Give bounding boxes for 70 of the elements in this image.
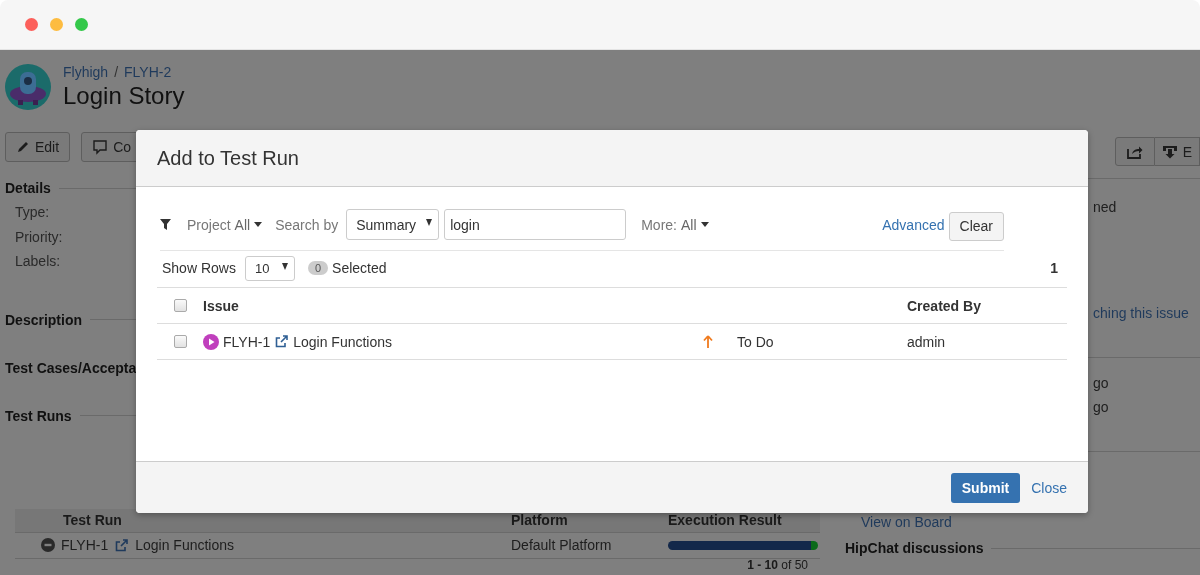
download-tray-icon (1161, 144, 1178, 159)
caret-icon (281, 262, 288, 270)
rows-per-page-select[interactable]: 10 (244, 255, 295, 281)
section-heading: Details (5, 180, 51, 196)
text-fragment: go (1093, 375, 1109, 391)
clear-button[interactable]: Clear (948, 211, 1004, 241)
column-header: Platform (511, 512, 569, 528)
count-badge: 0 (307, 261, 329, 275)
text-fragment: ned (1093, 199, 1117, 215)
issue-summary-link[interactable]: Login Functions (135, 537, 235, 553)
breadcrumb-link[interactable]: Flyhigh (63, 64, 109, 80)
play-circle-icon (203, 333, 219, 350)
field-label: Priority: (15, 228, 63, 247)
column-header: Issue (203, 297, 240, 314)
project-avatar-icon (5, 64, 51, 110)
filter-label: Project (187, 216, 231, 233)
table-cell-text: admin (907, 333, 947, 350)
column-header: Test Run (63, 512, 123, 528)
up-arrow-icon (703, 335, 713, 348)
window-control[interactable] (75, 18, 88, 31)
project-dropdown[interactable]: All (234, 216, 263, 233)
link[interactable]: ching this issue (1093, 305, 1189, 321)
section-heading: Test Cases/Accepta (5, 359, 137, 376)
breadcrumb-link[interactable]: FLYH-2 (124, 64, 172, 80)
issue-key-link[interactable]: FLYH-1 (61, 537, 109, 553)
search-field[interactable]: login (444, 209, 627, 240)
caret-icon (700, 222, 709, 227)
field-label: Labels: (15, 253, 61, 271)
filter-label: More: (641, 216, 677, 233)
edit-button[interactable]: Edit (5, 132, 71, 162)
window-control[interactable] (50, 18, 63, 31)
board-link[interactable]: View on Board (861, 514, 952, 530)
selected-label: Selected (332, 260, 387, 276)
checkbox[interactable] (173, 299, 187, 312)
table-cell-text: To Do (737, 333, 775, 350)
external-link-icon (274, 334, 290, 349)
filter-icon (160, 219, 171, 230)
more-dropdown[interactable]: All (681, 216, 709, 233)
field-label: Type: (15, 204, 50, 222)
minus-circle-icon (41, 538, 55, 552)
text-fragment: go (1093, 399, 1109, 415)
column-header: Execution Result (668, 512, 783, 528)
result-count: 1 (1050, 260, 1058, 276)
external-link-icon (114, 537, 130, 553)
pencil-icon (16, 140, 30, 154)
export-button[interactable]: E (1154, 137, 1200, 166)
caret-icon (426, 219, 433, 226)
checkbox[interactable] (173, 335, 187, 348)
section-heading: Test Runs (5, 407, 72, 424)
caret-icon (254, 222, 263, 227)
close-link[interactable]: Close (1031, 479, 1067, 496)
issue-summary-link[interactable]: Login Functions (293, 333, 393, 350)
submit-button[interactable]: Submit (950, 472, 1021, 503)
breadcrumb-separator: / (114, 64, 119, 80)
column-header: Created By (907, 297, 982, 314)
issue-key-link[interactable]: FLYH-1 (223, 333, 271, 350)
share-button[interactable] (1114, 137, 1155, 166)
search-by-select[interactable]: Summary (346, 209, 440, 240)
window-control[interactable] (25, 18, 38, 31)
show-rows-label: Show Rows (162, 260, 236, 276)
pagination-text: 1 - 10 of 50 (746, 558, 809, 572)
table-cell-text: Default Platform (511, 537, 613, 553)
section-heading: HipChat discussions (845, 540, 984, 556)
section-heading: Description (5, 311, 82, 328)
issue-title: Login Story (63, 82, 185, 110)
advanced-link[interactable]: Advanced (882, 216, 945, 233)
share-icon (1126, 144, 1143, 159)
speech-bubble-icon (92, 139, 109, 155)
filter-label: Search by (275, 216, 339, 233)
dialog-title: Add to Test Run (157, 146, 299, 170)
